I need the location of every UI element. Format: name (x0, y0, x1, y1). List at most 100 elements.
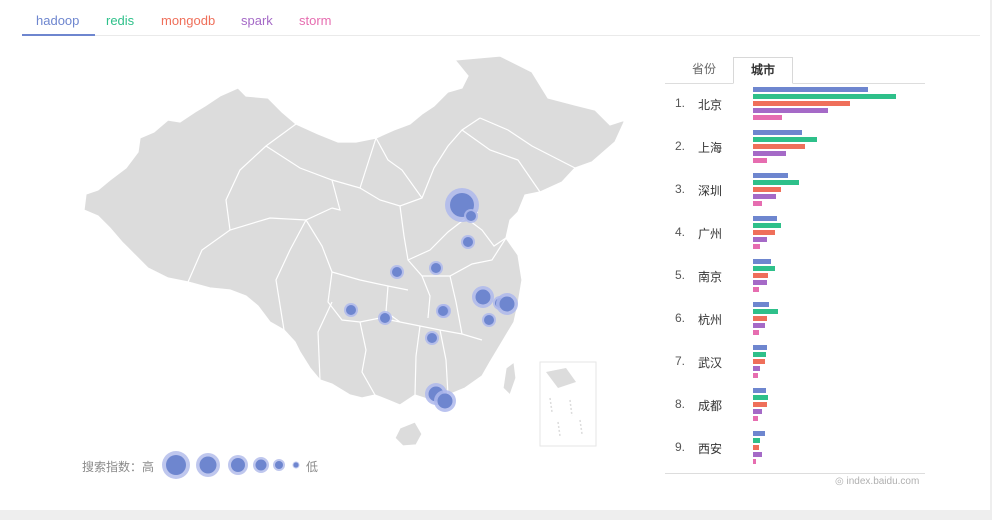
bar-mongodb (753, 402, 767, 407)
bar-redis (753, 180, 799, 185)
rank-number: 4. (675, 225, 686, 239)
bar-storm (753, 459, 757, 464)
bar-hadoop (753, 345, 767, 350)
bar-redis (753, 266, 775, 271)
city-bubble[interactable] (437, 393, 453, 409)
legend-scale (162, 451, 300, 479)
rank-number: 5. (675, 268, 686, 282)
bar-mongodb (753, 359, 765, 364)
bar-redis (753, 395, 768, 400)
ranking-row: 6. 杭州 (665, 300, 925, 343)
bar-mongodb (753, 273, 768, 278)
bar-mongodb (753, 316, 767, 321)
city-name: 南京 (698, 270, 723, 284)
city-name: 上海 (698, 141, 723, 155)
bar-hadoop (753, 388, 766, 393)
ranking-row: 8. 成都 (665, 386, 925, 429)
bar-spark (753, 151, 787, 156)
bar-redis (753, 137, 818, 142)
bar-spark (753, 409, 763, 414)
bar-hadoop (753, 431, 765, 436)
tab-mongodb[interactable]: mongodb (161, 13, 215, 28)
city-bubble[interactable] (484, 315, 494, 325)
mainland-outline (83, 55, 627, 406)
china-map (83, 55, 627, 447)
bar-redis (753, 438, 760, 443)
ranking-row: 1. 北京 (665, 85, 925, 128)
bar-redis (753, 352, 766, 357)
city-bubble[interactable] (427, 333, 437, 343)
bar-storm (753, 201, 763, 206)
legend-bubble-2 (255, 459, 267, 471)
city-bubble[interactable] (346, 305, 356, 315)
legend-bubble-0 (293, 462, 299, 468)
city-bubble[interactable] (499, 296, 515, 312)
south-china-sea-inset (539, 361, 597, 447)
bar-storm (753, 244, 760, 249)
source-credit: ◎ index.baidu.com (835, 476, 920, 487)
bar-hadoop (753, 173, 788, 178)
bar-spark (753, 452, 763, 457)
tab-province[interactable]: 省份 (679, 57, 729, 82)
tab-storm[interactable]: storm (299, 13, 332, 28)
bar-mongodb (753, 101, 850, 106)
city-bubble[interactable] (431, 263, 441, 273)
bar-spark (753, 108, 828, 113)
bar-mongodb (753, 445, 759, 450)
bar-storm (753, 416, 758, 421)
legend-low-label: 低 (306, 460, 319, 474)
city-name: 成都 (698, 399, 723, 413)
bar-mongodb (753, 187, 781, 192)
city-ranking-list: 1. 北京 2. 上海 3. 深圳 4. 广州 5. 南京 6. 杭州 7. 武汉 8. 成都 9. 西安 (665, 85, 925, 474)
bar-storm (753, 287, 759, 292)
bar-mongodb (753, 144, 805, 149)
city-bubble[interactable] (438, 306, 448, 316)
bar-spark (753, 323, 765, 328)
bar-hadoop (753, 216, 778, 221)
bar-hadoop (753, 87, 868, 92)
ranking-row: 3. 深圳 (665, 171, 925, 214)
map-legend: 搜索指数：高 低 (82, 450, 342, 480)
city-bubble[interactable] (475, 289, 491, 305)
bar-spark (753, 237, 767, 242)
ranking-tabs: 省份 城市 (665, 57, 925, 84)
rank-number: 2. (675, 139, 686, 153)
tab-city[interactable]: 城市 (733, 57, 793, 84)
city-name: 北京 (698, 98, 723, 112)
rank-number: 7. (675, 354, 686, 368)
ranking-row: 5. 南京 (665, 257, 925, 300)
city-name: 杭州 (698, 313, 723, 327)
bar-redis (753, 94, 896, 99)
city-name: 武汉 (698, 356, 723, 370)
city-bubble[interactable] (380, 313, 390, 323)
rank-number: 1. (675, 96, 686, 110)
bar-hadoop (753, 130, 803, 135)
ranking-row: 4. 广州 (665, 214, 925, 257)
legend-bubble-3 (231, 458, 245, 472)
rank-number: 8. (675, 397, 686, 411)
bar-spark (753, 366, 760, 371)
city-bubble[interactable] (466, 211, 476, 221)
tab-spark[interactable]: spark (241, 13, 273, 28)
hainan-island (394, 421, 423, 447)
ranking-row: 9. 西安 (665, 429, 925, 472)
legend-bubble-5 (166, 455, 186, 475)
bar-redis (753, 223, 781, 228)
bar-storm (753, 115, 782, 120)
legend-high-label: 搜索指数：高 (82, 460, 155, 474)
city-bubble[interactable] (463, 237, 473, 247)
bottom-bar (0, 510, 992, 520)
bar-redis (753, 309, 779, 314)
city-name: 西安 (698, 442, 723, 456)
legend-bubble-1 (275, 461, 283, 469)
bar-spark (753, 280, 767, 285)
bar-mongodb (753, 230, 775, 235)
rank-number: 6. (675, 311, 686, 325)
bar-hadoop (753, 259, 772, 264)
tab-hadoop[interactable]: hadoop (21, 13, 96, 36)
tab-redis[interactable]: redis (106, 13, 134, 28)
city-bubble[interactable] (392, 267, 402, 277)
bar-storm (753, 373, 758, 378)
legend-bubble-4 (199, 456, 217, 474)
city-name: 广州 (698, 227, 723, 241)
